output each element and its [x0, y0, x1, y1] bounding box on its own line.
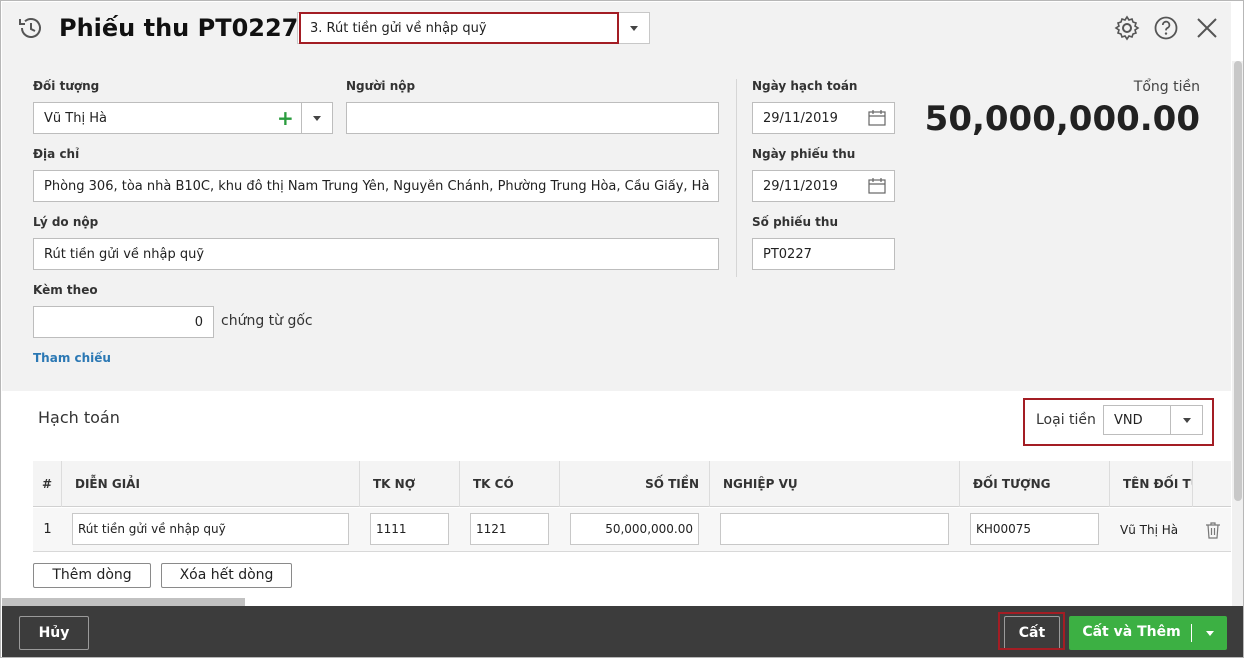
doi-tuong-dropdown-button[interactable]: [301, 102, 333, 134]
save-and-add-label: Cất và Thêm: [1082, 624, 1181, 640]
form-divider: [736, 79, 737, 277]
so-phieu-thu-label: Số phiếu thu: [752, 215, 838, 229]
doi-tuong-input[interactable]: Vũ Thị Hà +: [33, 102, 302, 134]
col-dien-giai[interactable]: DIỄN GIẢI: [62, 461, 360, 507]
so-tien-input[interactable]: 50,000,000.00: [570, 513, 699, 545]
ngay-hach-toan-label: Ngày hạch toán: [752, 79, 858, 93]
history-icon[interactable]: [17, 14, 45, 42]
ngay-hach-toan-input[interactable]: 29/11/2019: [752, 102, 895, 134]
kem-theo-value: 0: [194, 315, 203, 330]
kem-theo-label: Kèm theo: [33, 283, 98, 297]
tk-co-input[interactable]: 1121: [470, 513, 549, 545]
delete-all-rows-button[interactable]: Xóa hết dòng: [161, 563, 292, 588]
split-divider: [1191, 624, 1192, 642]
nghiep-vu-input[interactable]: [720, 513, 949, 545]
so-phieu-thu-value: PT0227: [763, 247, 812, 262]
dia-chi-label: Địa chỉ: [33, 147, 80, 161]
dien-giai-input[interactable]: Rút tiền gửi về nhập quỹ: [72, 513, 349, 545]
close-icon[interactable]: [1194, 15, 1220, 41]
ngay-phieu-thu-value: 29/11/2019: [763, 179, 838, 194]
calendar-icon[interactable]: [868, 178, 886, 194]
caret-down-icon: [629, 26, 638, 31]
vertical-scrollbar[interactable]: [1232, 61, 1243, 606]
table-header: # DIỄN GIẢI TK NỢ TK CÓ SỐ TIỀN NGHIỆP V…: [33, 461, 1231, 507]
trash-icon[interactable]: [1205, 521, 1221, 539]
vertical-scroll-thumb[interactable]: [1234, 61, 1242, 501]
ngay-phieu-thu-input[interactable]: 29/11/2019: [752, 170, 895, 202]
caret-down-icon: [313, 116, 321, 121]
row-index: 1: [43, 522, 52, 537]
col-doi-tuong[interactable]: ĐỐI TƯỢNG: [960, 461, 1110, 507]
ly-do-value: Rút tiền gửi về nhập quỹ: [44, 247, 205, 262]
ten-doi-tuong-cell: Vũ Thị Hà: [1120, 523, 1179, 537]
col-ten-doi-tuong[interactable]: TÊN ĐỐI TƯ: [1110, 461, 1193, 507]
kem-theo-input[interactable]: 0: [33, 306, 214, 338]
dia-chi-input[interactable]: Phòng 306, tòa nhà B10C, khu đô thị Nam …: [33, 170, 719, 202]
caret-down-icon: [1206, 631, 1214, 636]
chung-tu-goc-text: chứng từ gốc: [221, 313, 313, 329]
nguoi-nop-label: Người nộp: [346, 79, 416, 93]
nguoi-nop-input[interactable]: [346, 102, 719, 134]
total-label: Tổng tiền: [1133, 79, 1200, 95]
so-phieu-thu-input[interactable]: PT0227: [752, 238, 895, 270]
col-tk-co[interactable]: TK CÓ: [460, 461, 560, 507]
ngay-hach-toan-value: 29/11/2019: [763, 111, 838, 126]
dia-chi-value: Phòng 306, tòa nhà B10C, khu đô thị Nam …: [44, 179, 710, 194]
col-index: #: [33, 461, 62, 507]
save-and-add-dropdown[interactable]: [1200, 616, 1220, 650]
currency-highlight: [1023, 398, 1214, 446]
gear-icon[interactable]: [1114, 15, 1140, 41]
doi-tuong-value: Vũ Thị Hà: [44, 111, 107, 126]
add-object-icon[interactable]: +: [277, 108, 294, 128]
save-and-add-button[interactable]: Cất và Thêm: [1069, 616, 1227, 650]
horizontal-scrollbar[interactable]: [2, 598, 245, 606]
ly-do-input[interactable]: Rút tiền gửi về nhập quỹ: [33, 238, 719, 270]
col-nghiep-vu[interactable]: NGHIỆP VỤ: [710, 461, 960, 507]
footer-bar: Hủy Cất Cất và Thêm: [2, 606, 1243, 657]
total-value: 50,000,000.00: [924, 99, 1200, 139]
section-title: Hạch toán: [38, 408, 120, 427]
doi-tuong-cell-input[interactable]: KH00075: [970, 513, 1099, 545]
help-icon[interactable]: [1153, 15, 1179, 41]
page-title: Phiếu thu PT0227: [59, 14, 299, 42]
doi-tuong-label: Đối tượng: [33, 79, 100, 93]
ly-do-label: Lý do nộp: [33, 215, 99, 229]
cancel-button[interactable]: Hủy: [19, 616, 89, 650]
col-so-tien[interactable]: SỐ TIỀN: [560, 461, 710, 507]
ngay-phieu-thu-label: Ngày phiếu thu: [752, 147, 856, 161]
tham-chieu-link[interactable]: Tham chiếu: [33, 351, 111, 365]
table-row[interactable]: 1 Rút tiền gửi về nhập quỹ 1111 1121 50,…: [33, 508, 1231, 552]
voucher-type-dropdown-button[interactable]: [617, 13, 649, 43]
dialog-window: Phiếu thu PT0227 3. Rút tiền gửi về nhập…: [0, 0, 1244, 658]
save-highlight: [998, 612, 1065, 650]
add-row-button[interactable]: Thêm dòng: [33, 563, 151, 588]
tk-no-input[interactable]: 1111: [370, 513, 449, 545]
voucher-type-highlight: [299, 12, 619, 44]
col-tk-no[interactable]: TK NỢ: [360, 461, 460, 507]
calendar-icon[interactable]: [868, 110, 886, 126]
